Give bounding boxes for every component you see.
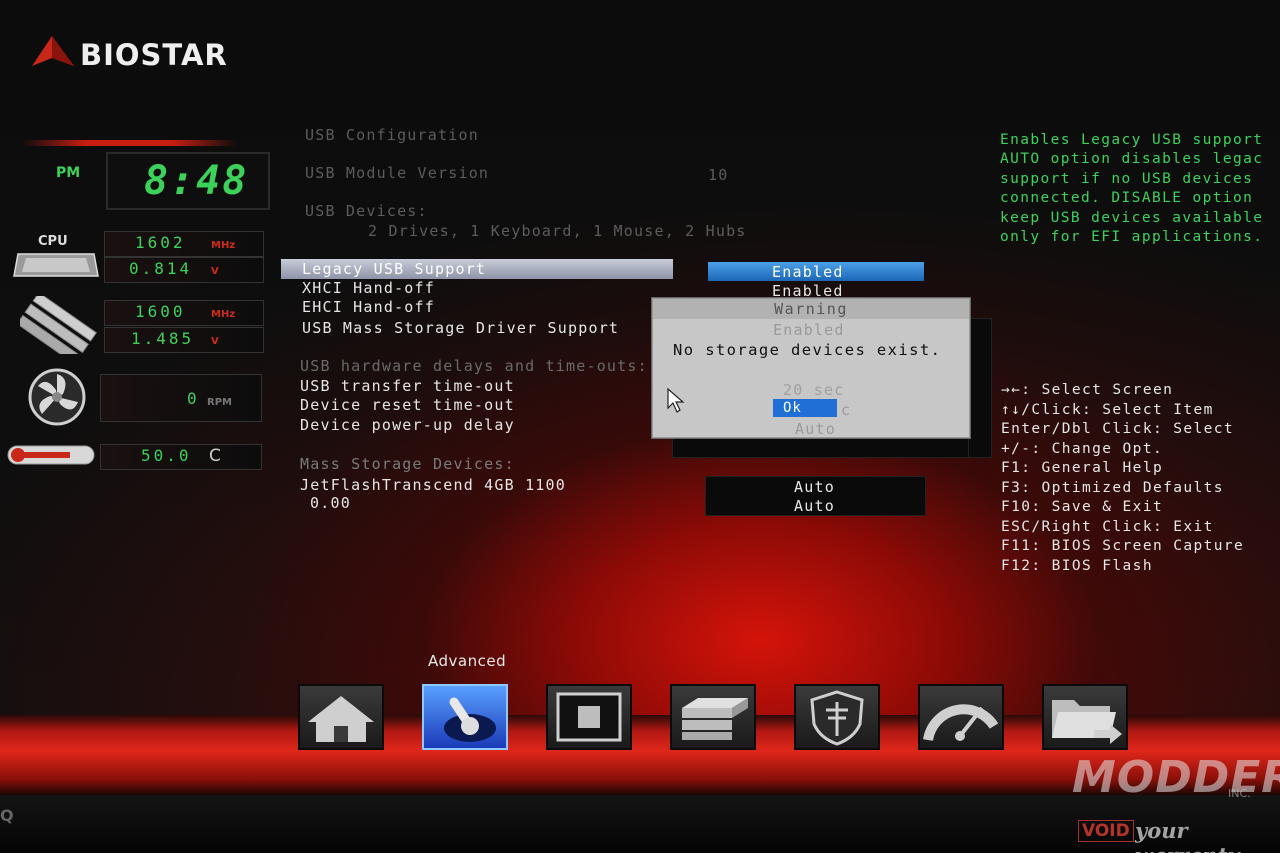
mem-freq-readout: 1600 MHz: [104, 300, 264, 326]
mass-device-sub: 0.00: [310, 494, 351, 512]
left-panel-divider: [22, 140, 237, 146]
temp-unit: C: [209, 446, 221, 466]
dialog-ok-button[interactable]: Ok: [773, 399, 837, 417]
legacy-usb-support-label[interactable]: Legacy USB Support: [302, 260, 486, 278]
dialog-underlay-transfer-value: 20 sec: [783, 381, 845, 399]
clock-time: 8:48: [144, 158, 249, 204]
help-key-line: +/-: Change Opt.: [1001, 440, 1164, 457]
watermark-tagline: your warranty: [1135, 818, 1240, 853]
help-key-line: F12: BIOS Flash: [1001, 557, 1153, 574]
usb-module-label: USB Module Version: [305, 164, 490, 182]
fan-rpm-value: 0: [187, 389, 200, 408]
nav-oc-button[interactable]: [918, 684, 1004, 750]
fan-readout: 0 RPM: [100, 374, 262, 422]
bezel-brand-fragment: Q: [0, 806, 14, 825]
help-description-line: keep USB devices available: [1000, 209, 1264, 226]
device-powerup-delay-label[interactable]: Device power-up delay: [300, 416, 515, 434]
dialog-shadow-side: [968, 318, 992, 458]
thermometer-icon: [7, 445, 95, 465]
mem-volt-unit: V: [211, 336, 219, 347]
cpu-freq-readout: 1602 MHz: [104, 231, 264, 257]
help-description-line: only for EFI applications.: [1000, 229, 1264, 245]
mass-storage-title: Mass Storage Devices:: [300, 455, 515, 473]
fan-rpm-unit: RPM: [207, 397, 232, 408]
help-key-line: ↑↓/Click: Select Item: [1001, 401, 1214, 418]
nav-advanced-button[interactable]: [422, 684, 508, 750]
cpu-volt-value: 0.814: [129, 259, 193, 278]
watermark-void: VOID: [1078, 820, 1134, 842]
help-description-line: Enables Legacy USB support: [1000, 132, 1264, 148]
dialog-title: Warning: [653, 299, 969, 319]
mem-freq-value: 1600: [135, 302, 186, 321]
cpu-label: CPU: [38, 234, 68, 249]
xhci-handoff-label[interactable]: XHCI Hand-off: [302, 279, 435, 297]
biostar-logo: BIOSTAR: [30, 34, 227, 72]
legacy-usb-value: Enabled: [772, 263, 844, 281]
cpu-freq-value: 1602: [135, 233, 186, 252]
dialog-underlay-value: Enabled: [773, 321, 845, 339]
dialog-underlay-powerup-value: Auto: [795, 420, 836, 438]
help-key-line: ESC/Right Click: Exit: [1001, 518, 1214, 535]
help-description-line: connected. DISABLE option: [1000, 190, 1254, 207]
save-exit-icon: [1052, 700, 1122, 744]
oc-gauge-icon: [923, 704, 999, 741]
help-key-line: Enter/Dbl Click: Select: [1001, 421, 1234, 437]
mass-device-value-box[interactable]: Auto Auto: [705, 476, 926, 516]
logo-text: BIOSTAR: [80, 38, 228, 72]
warning-dialog: Warning Enabled No storage devices exist…: [652, 298, 970, 438]
mouse-cursor-icon: [667, 388, 685, 413]
boot-icon: [682, 698, 748, 740]
help-description-line: AUTO option disables legac: [1000, 151, 1264, 168]
usb-module-value: 10: [708, 166, 729, 184]
device-reset-timeout-label[interactable]: Device reset time-out: [300, 396, 515, 414]
cpu-volt-readout: 0.814 V: [104, 257, 264, 283]
clock-display: 8:48: [106, 152, 270, 210]
nav-home-button[interactable]: [298, 684, 384, 750]
chipset-icon: [556, 692, 622, 742]
dialog-underlay-reset-value: c: [841, 401, 852, 419]
home-icon: [308, 696, 374, 742]
nav-security-button[interactable]: [794, 684, 880, 750]
bios-screen: BIOSTAR PM 8:48 CPU 1602 MHz 0.814 V 160…: [0, 0, 1280, 853]
temp-value: 50.0: [141, 446, 192, 465]
mem-volt-readout: 1.485 V: [104, 327, 264, 353]
cpu-chip-icon: [13, 253, 99, 277]
advanced-joystick-icon: [444, 697, 496, 742]
mem-volt-value: 1.485: [131, 329, 195, 348]
mem-freq-unit: MHz: [211, 309, 236, 320]
mass-value-1: Auto: [794, 478, 835, 496]
dialog-shadow: [672, 436, 992, 458]
active-tab-label: Advanced: [428, 652, 507, 670]
ehci-handoff-label[interactable]: EHCI Hand-off: [302, 298, 435, 316]
biostar-star-icon: [32, 36, 74, 66]
clock-ampm: PM: [56, 165, 81, 181]
nav-chipset-button[interactable]: [546, 684, 632, 750]
fan-icon: [28, 368, 86, 426]
memory-module-icon: [20, 296, 97, 354]
usb-devices-label: USB Devices:: [305, 202, 428, 220]
help-description-line: support if no USB devices: [1000, 170, 1254, 187]
help-key-line: F10: Save & Exit: [1001, 499, 1164, 515]
help-key-line: →←: Select Screen: [1001, 382, 1174, 398]
watermark-inc: INC.: [1228, 787, 1251, 800]
legacy-usb-value-box[interactable]: Enabled: [708, 262, 924, 281]
usb-mass-storage-driver-label[interactable]: USB Mass Storage Driver Support: [302, 319, 619, 337]
cpu-volt-unit: V: [211, 266, 219, 277]
help-key-line: F11: BIOS Screen Capture: [1001, 538, 1245, 554]
mass-device-label[interactable]: JetFlashTranscend 4GB 1100: [300, 476, 566, 494]
delays-title: USB hardware delays and time-outs:: [300, 357, 648, 375]
usb-devices-value: 2 Drives, 1 Keyboard, 1 Mouse, 2 Hubs: [368, 222, 747, 240]
usb-transfer-timeout-label[interactable]: USB transfer time-out: [300, 377, 515, 395]
nav-save-exit-button[interactable]: [1042, 684, 1128, 750]
mass-value-2: Auto: [794, 497, 835, 515]
help-key-line: F3: Optimized Defaults: [1001, 479, 1224, 496]
cpu-freq-unit: MHz: [211, 240, 236, 251]
temp-readout: 50.0 C: [100, 444, 262, 470]
help-key-line: F1: General Help: [1001, 460, 1164, 476]
security-icon: [810, 690, 864, 746]
nav-boot-button[interactable]: [670, 684, 756, 750]
dialog-message: No storage devices exist.: [673, 341, 942, 359]
usb-config-title: USB Configuration: [305, 126, 479, 144]
